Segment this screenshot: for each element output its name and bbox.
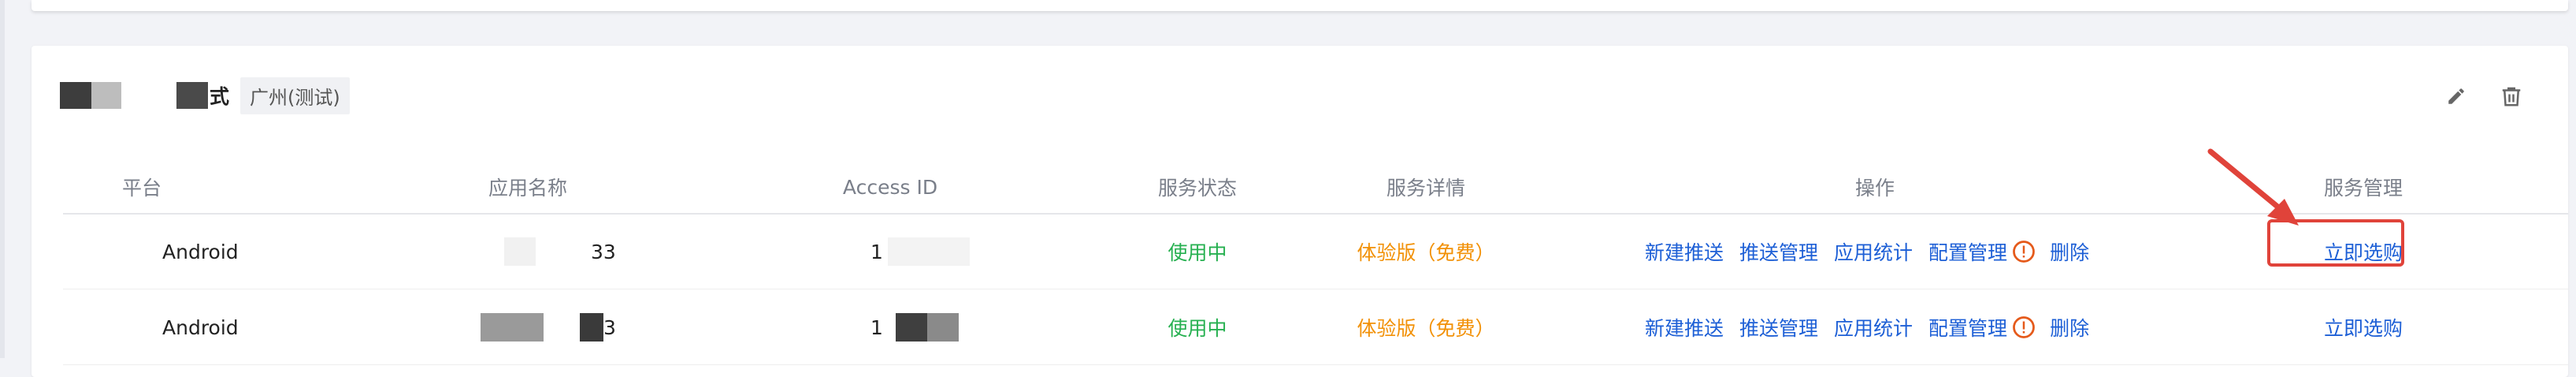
new-push-link[interactable]: 新建推送 bbox=[1645, 313, 1724, 342]
table-row: Android 3 1 使用中 体验版（免费） 新建推送 推送管理 应用统计 配… bbox=[63, 290, 2568, 365]
arrow-annotation bbox=[2207, 148, 2299, 226]
buy-now-link[interactable]: 立即选购 bbox=[2324, 313, 2403, 342]
app-name-suffix: 33 bbox=[591, 240, 616, 263]
redacted-block bbox=[91, 82, 121, 109]
delete-link[interactable]: 删除 bbox=[2050, 313, 2089, 342]
push-manage-link[interactable]: 推送管理 bbox=[1739, 237, 1818, 266]
platform-cell: Android bbox=[162, 315, 239, 339]
new-push-link[interactable]: 新建推送 bbox=[1645, 237, 1724, 266]
card-title: 式 广州(测试) bbox=[60, 76, 350, 115]
operations-cell: 新建推送 推送管理 应用统计 配置管理 删除 bbox=[1645, 215, 2105, 289]
plan-cell: 体验版（免费） bbox=[1357, 317, 1495, 340]
redacted-block bbox=[895, 313, 927, 342]
redacted-block bbox=[887, 237, 970, 266]
table-row: Android 33 1 使用中 体验版（免费） 新建推送 推送管理 应用统计 … bbox=[63, 215, 2568, 289]
redacted-block bbox=[121, 82, 176, 109]
redacted-block bbox=[926, 313, 959, 342]
previous-card bbox=[32, 0, 2568, 11]
platform-cell: Android bbox=[162, 240, 239, 263]
access-id-prefix: 1 bbox=[870, 315, 883, 339]
edit-icon bbox=[2448, 88, 2464, 104]
left-edge bbox=[0, 0, 5, 358]
redacted-block bbox=[60, 82, 91, 109]
access-id-prefix: 1 bbox=[870, 240, 883, 263]
redacted-block bbox=[504, 237, 536, 266]
config-manage-link[interactable]: 配置管理 bbox=[1928, 313, 2007, 342]
edit-button[interactable] bbox=[2442, 82, 2470, 110]
table-header: 平台 应用名称 Access ID 服务状态 服务详情 操作 服务管理 bbox=[63, 161, 2568, 215]
status-cell: 使用中 bbox=[1167, 241, 1227, 264]
col-platform: 平台 bbox=[121, 177, 161, 200]
plan-cell: 体验版（免费） bbox=[1357, 241, 1495, 264]
col-operations: 操作 bbox=[1854, 177, 1895, 200]
access-id-cell: 1 bbox=[870, 290, 959, 364]
push-manage-link[interactable]: 推送管理 bbox=[1739, 313, 1818, 342]
app-stats-link[interactable]: 应用统计 bbox=[1834, 313, 1913, 342]
manage-cell: 立即选购 bbox=[2190, 290, 2537, 364]
region-tag: 广州(测试) bbox=[240, 77, 350, 114]
status-cell: 使用中 bbox=[1167, 317, 1227, 340]
col-status: 服务状态 bbox=[1157, 177, 1237, 200]
app-name-cell: 33 bbox=[504, 215, 616, 289]
trash-icon bbox=[2502, 87, 2521, 106]
col-app-name: 应用名称 bbox=[488, 177, 567, 200]
delete-button[interactable] bbox=[2497, 82, 2526, 110]
redacted-block bbox=[580, 313, 603, 342]
app-name-suffix: 3 bbox=[603, 315, 616, 339]
config-manage-link[interactable]: 配置管理 bbox=[1928, 237, 2007, 266]
delete-link[interactable]: 删除 bbox=[2050, 237, 2089, 266]
redacted-block bbox=[481, 313, 544, 342]
app-stats-link[interactable]: 应用统计 bbox=[1834, 237, 1913, 266]
operations-cell: 新建推送 推送管理 应用统计 配置管理 删除 bbox=[1645, 290, 2105, 364]
redacted-block bbox=[176, 82, 208, 109]
app-card: 式 广州(测试) 平台 应用名称 Access ID 服务状态 服务详情 操作 … bbox=[32, 46, 2568, 377]
card-title-text: 式 bbox=[210, 85, 230, 108]
warning-icon[interactable] bbox=[2012, 315, 2036, 339]
col-access-id: Access ID bbox=[842, 175, 938, 199]
warning-icon[interactable] bbox=[2012, 240, 2036, 263]
col-detail: 服务详情 bbox=[1386, 177, 1465, 200]
access-id-cell: 1 bbox=[870, 215, 970, 289]
app-name-cell: 3 bbox=[481, 290, 616, 364]
